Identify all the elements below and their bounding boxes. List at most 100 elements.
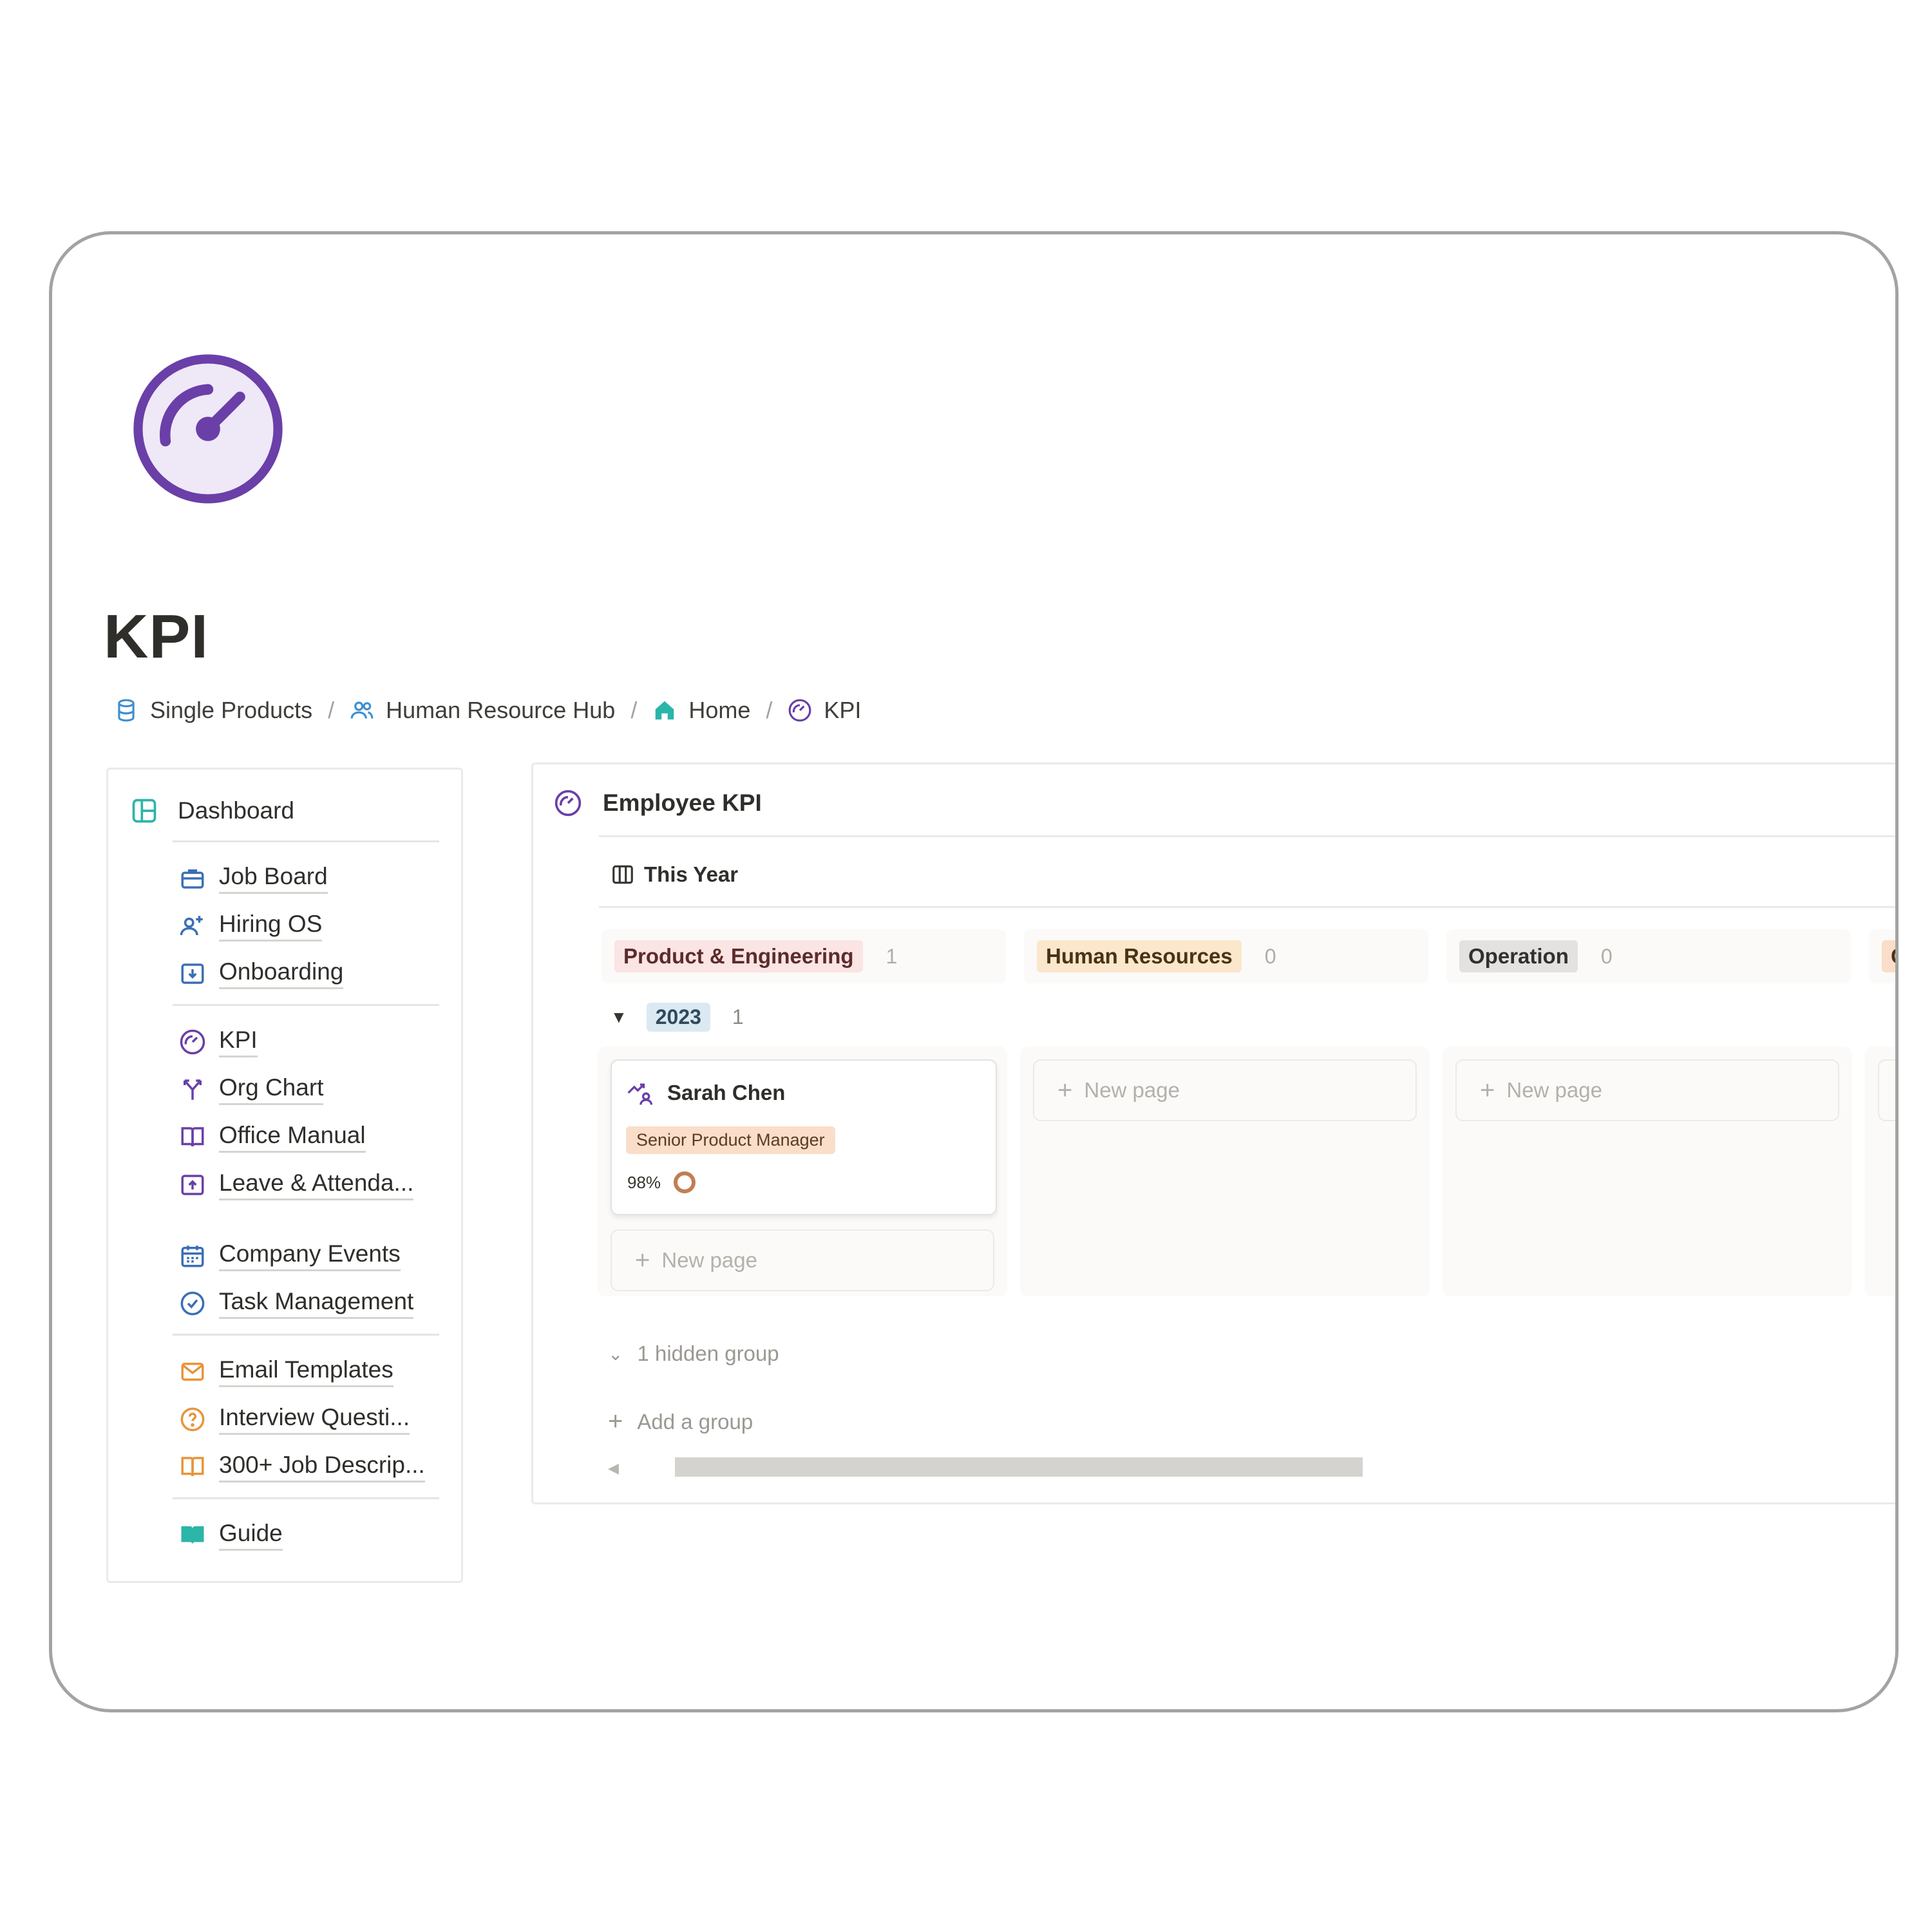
sidebar-item-label: Office Manual [219,1121,366,1153]
sidebar-dashboard[interactable]: Dashboard [130,797,294,825]
view-label: This Year [644,862,739,886]
book-icon [181,1126,204,1146]
sidebar-item-kpi[interactable]: KPI [179,1026,258,1057]
horizontal-scrollbar[interactable] [675,1457,1363,1477]
sidebar-item-label: Onboarding [219,958,344,989]
sidebar-divider [173,1497,439,1499]
gauge-icon [554,790,582,817]
group-2023[interactable]: ▼ 2023 1 [611,1003,744,1032]
chevron-down-icon: ⌄ [608,1343,623,1364]
breadcrumb-label: KPI [824,697,862,723]
database-header[interactable]: Employee KPI [554,789,762,817]
hidden-group-toggle[interactable]: ⌄ 1 hidden group [608,1341,779,1366]
header-divider [599,835,1895,837]
kpi-value: 98% [627,1172,661,1192]
role-tag: Senior Product Manager [626,1126,835,1154]
sidebar-item-label: Guide [219,1519,283,1551]
question-circle-icon [180,1407,205,1431]
sidebar-item-job-descriptions[interactable]: 300+ Job Descrip... [179,1451,425,1482]
sidebar-item-company-events[interactable]: Company Events [179,1240,401,1271]
column-header-operation[interactable]: Operation 0 [1446,929,1851,983]
breadcrumb-kpi[interactable]: KPI [788,697,861,724]
briefcase-icon [181,869,204,889]
sidebar-item-job-board[interactable]: Job Board [179,862,328,894]
new-page-button[interactable]: + New page [611,1229,994,1291]
sidebar-item-label: Company Events [219,1240,401,1271]
column-count: 0 [1600,944,1613,968]
kpi-card[interactable]: Sarah Chen Senior Product Manager 98% [611,1059,997,1215]
column-count: 0 [1264,944,1276,968]
breadcrumb-separator: / [328,697,335,723]
column-tag: Operation [1459,940,1578,972]
sidebar-item-leave-attendance[interactable]: Leave & Attenda... [179,1169,414,1200]
sidebar-item-email-templates[interactable]: Email Templates [179,1356,393,1387]
group-tag: 2023 [646,1003,710,1032]
sidebar-item-onboarding[interactable]: Onboarding [179,958,344,989]
column-tag: Product & Engineering [614,940,863,972]
breadcrumb-separator: / [766,697,773,723]
new-page-button[interactable] [1878,1059,1895,1121]
add-group-label: Add a group [637,1409,753,1434]
sidebar-item-office-manual[interactable]: Office Manual [179,1121,366,1153]
sidebar-item-label: 300+ Job Descrip... [219,1451,425,1482]
breadcrumb: Single Products / Human Resource Hub / H… [114,697,861,724]
column-tag: Human Resources [1037,940,1242,972]
sidebar-item-hiring-os[interactable]: Hiring OS [179,910,323,942]
home-icon [656,701,674,720]
new-page-button[interactable]: + New page [1455,1059,1839,1121]
check-circle-icon [180,1291,205,1315]
card-title: Sarah Chen [626,1079,785,1107]
breadcrumb-separator: / [630,697,638,723]
breadcrumb-human-resource-hub[interactable]: Human Resource Hub [350,697,615,724]
new-page-button[interactable]: + New page [1033,1059,1417,1121]
plus-icon: + [635,1245,650,1274]
envelope-icon [181,1362,204,1381]
view-divider [599,906,1895,908]
app-frame: KPI Single Products / Human Resource Hub… [49,231,1899,1712]
sidebar-item-org-chart[interactable]: Org Chart [179,1074,324,1105]
new-page-label: New page [1084,1078,1180,1102]
column-header-product-engineering[interactable]: Product & Engineering 1 [601,929,1006,983]
add-group-button[interactable]: + Add a group [608,1407,753,1436]
sidebar-dashboard-label: Dashboard [178,797,295,824]
sidebar-item-label: Job Board [219,862,328,894]
growth-person-icon [627,1083,653,1105]
scroll-left-arrow-icon[interactable]: ◀ [608,1460,619,1477]
view-tab-this-year[interactable]: This Year [611,862,738,887]
progress-ring-icon [674,1171,696,1193]
column-header-human-resources[interactable]: Human Resources 0 [1024,929,1428,983]
sidebar-item-label: Interview Questi... [219,1403,410,1435]
gauge-icon [180,1029,205,1054]
collapse-triangle-icon[interactable]: ▼ [611,1007,627,1027]
plus-icon: + [1057,1075,1073,1104]
column-header-partial[interactable]: C [1869,929,1895,983]
new-page-label: New page [661,1248,757,1272]
sidebar-item-guide[interactable]: Guide [179,1519,283,1551]
board-view-icon [612,865,633,884]
sidebar-item-task-management[interactable]: Task Management [179,1287,414,1319]
sidebar: Dashboard Job Board Hiring OS Onboarding [106,768,463,1583]
database-title: Employee KPI [603,790,762,816]
sidebar-item-label: Hiring OS [219,910,323,942]
kpi-progress: 98% [627,1171,696,1193]
add-person-icon [180,915,203,935]
dashboard-icon [132,799,156,823]
sidebar-divider [173,1334,439,1336]
plus-icon: + [608,1407,623,1435]
breadcrumb-single-products[interactable]: Single Products [114,697,312,724]
breadcrumb-label: Single Products [150,697,313,723]
card-name: Sarah Chen [667,1081,786,1104]
download-box-icon [181,963,204,984]
column-tag: C [1882,940,1895,972]
gauge-icon [788,699,811,722]
new-page-label: New page [1506,1078,1602,1102]
sidebar-item-label: KPI [219,1026,258,1057]
teal-book-icon [181,1526,204,1544]
breadcrumb-label: Human Resource Hub [386,697,616,723]
breadcrumb-home[interactable]: Home [652,697,750,724]
sidebar-item-interview-questions[interactable]: Interview Questi... [179,1403,410,1435]
sidebar-item-label: Org Chart [219,1074,324,1105]
upload-box-icon [181,1174,204,1195]
page-title: KPI [104,602,209,671]
hidden-group-label: 1 hidden group [637,1341,779,1365]
